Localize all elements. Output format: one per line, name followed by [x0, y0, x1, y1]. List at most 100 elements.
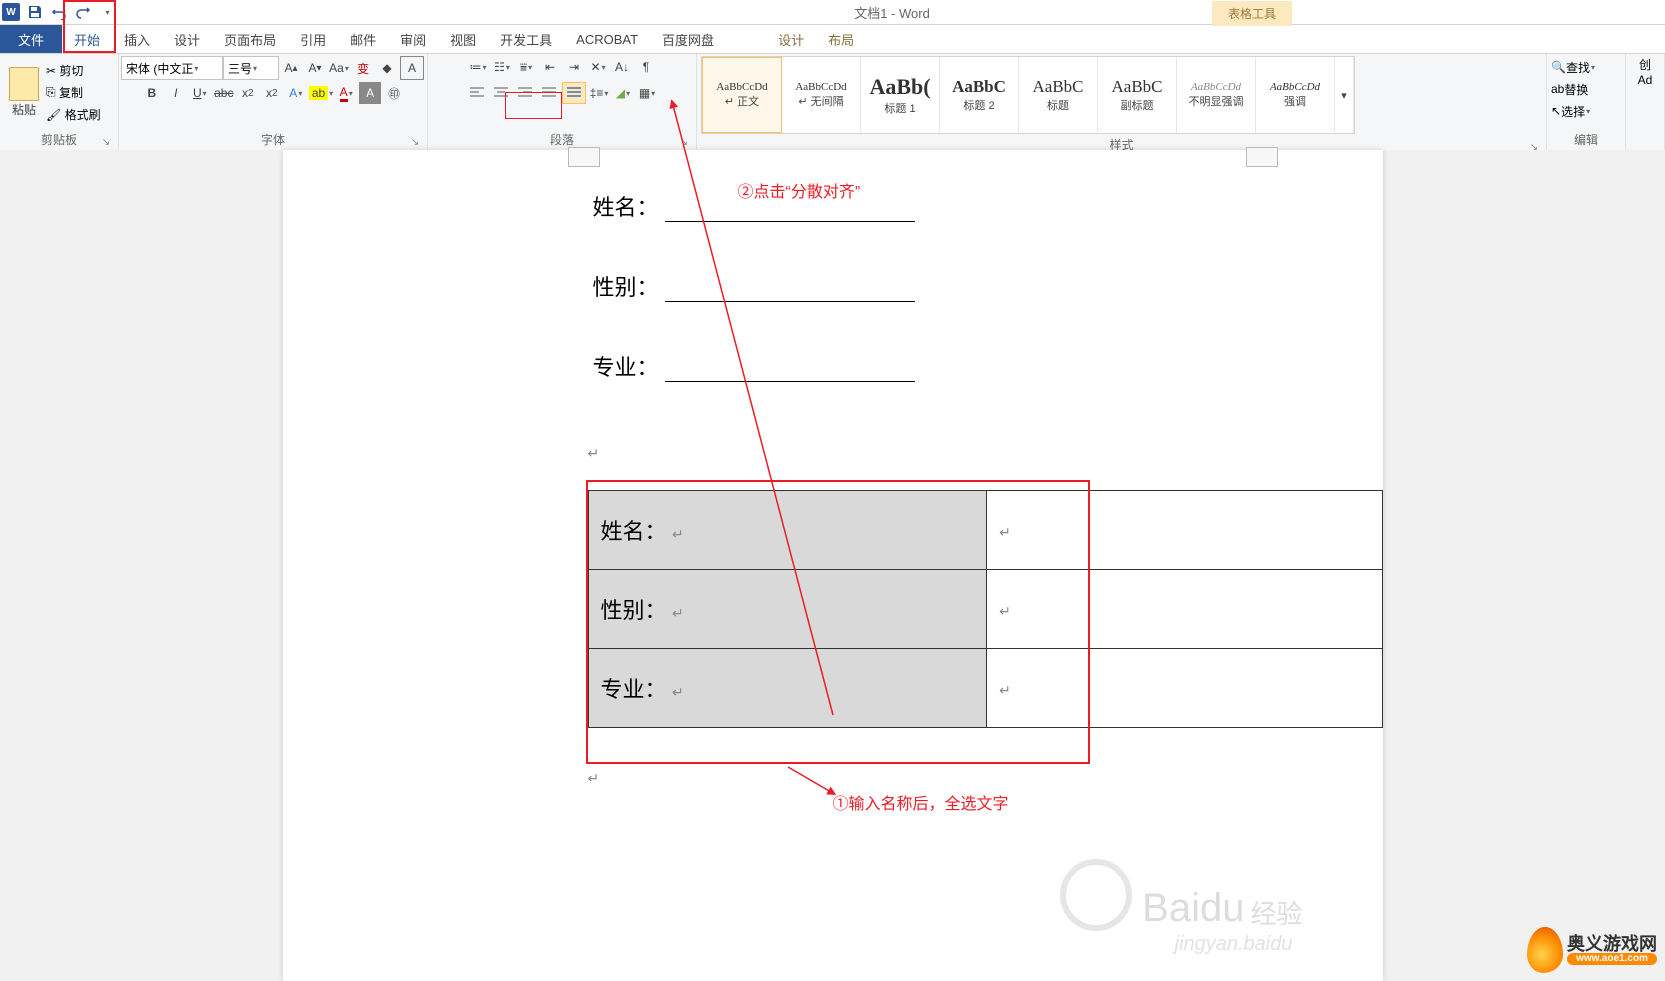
paragraph-dialog-launcher[interactable]: ↘	[678, 136, 690, 148]
paste-button[interactable]: 粘贴	[4, 67, 44, 118]
style-emphasis[interactable]: AaBbCcDd强调	[1256, 57, 1335, 133]
style-subtitle[interactable]: AaBbC副标题	[1098, 57, 1177, 133]
font-color-button[interactable]: A▾	[335, 82, 357, 104]
tab-mail[interactable]: 邮件	[338, 25, 388, 53]
font-size-combo[interactable]: 三号▾	[223, 56, 279, 80]
flame-icon	[1527, 927, 1563, 973]
copy-icon: ⎘	[46, 85, 56, 100]
ruler-edge-right	[1246, 147, 1278, 167]
cut-button[interactable]: ✂ 剪切	[46, 60, 101, 82]
styles-more-button[interactable]: ▾	[1335, 57, 1354, 133]
line-spacing-button[interactable]: ‡≡▾	[588, 82, 610, 104]
table-cell: ↵	[987, 649, 1382, 728]
tab-table-design[interactable]: 设计	[766, 25, 816, 53]
font-group-label: 字体	[261, 133, 285, 147]
tab-references[interactable]: 引用	[288, 25, 338, 53]
undo-button[interactable]	[47, 2, 71, 22]
tab-table-layout[interactable]: 布局	[816, 25, 866, 53]
underline-button[interactable]: U▾	[189, 82, 211, 104]
save-button[interactable]	[23, 2, 47, 22]
tab-review[interactable]: 审阅	[388, 25, 438, 53]
phonetic-guide-button[interactable]: 变	[352, 57, 374, 79]
title-text-container: 文档1 - Word 表格工具	[119, 3, 1665, 22]
decrease-indent-button[interactable]: ⇤	[539, 56, 561, 78]
tab-page-layout[interactable]: 页面布局	[212, 25, 288, 53]
copy-label: 复制	[59, 84, 83, 101]
table-cell: 性别： ↵	[588, 570, 987, 649]
watermark-url: jingyan.baidu	[1175, 933, 1293, 956]
align-justify-button[interactable]	[538, 83, 560, 103]
quick-access-toolbar: W ▾	[0, 2, 119, 22]
tab-view[interactable]: 视图	[438, 25, 488, 53]
doc-table[interactable]: 姓名： ↵↵ 性别： ↵↵ 专业： ↵↵	[588, 490, 1383, 728]
select-button[interactable]: ↖选择▾	[1551, 100, 1590, 122]
copy-button[interactable]: ⎘ 复制	[46, 82, 101, 104]
tab-file[interactable]: 文件	[0, 25, 62, 53]
find-button[interactable]: 🔍查找▾	[1551, 56, 1595, 78]
change-case-button[interactable]: Aa▾	[328, 57, 350, 79]
replace-button[interactable]: ab替换	[1551, 78, 1588, 100]
align-right-button[interactable]	[514, 83, 536, 103]
cursor-icon: ↖	[1551, 104, 1561, 118]
field-label-major: 专业：	[593, 350, 659, 382]
increase-indent-button[interactable]: ⇥	[563, 56, 585, 78]
document-area[interactable]: 姓名： 性别： 专业： ↵ 姓名： ↵↵ 性别： ↵↵ 专业： ↵↵ ↵ ②点击…	[0, 150, 1665, 981]
redo-button[interactable]	[71, 2, 95, 22]
style-heading2[interactable]: AaBbC标题 2	[940, 57, 1019, 133]
enclose-char-button[interactable]: ㊞	[383, 82, 405, 104]
style-subtle-em[interactable]: AaBbCcDd不明显强调	[1177, 57, 1256, 133]
tab-design[interactable]: 设计	[162, 25, 212, 53]
tab-insert[interactable]: 插入	[112, 25, 162, 53]
styles-gallery[interactable]: AaBbCcDd↵ 正文 AaBbCcDd↵ 无间隔 AaBb(标题 1 AaB…	[701, 56, 1355, 134]
char-border-button[interactable]: A	[400, 56, 424, 80]
superscript-button[interactable]: x2	[261, 82, 283, 104]
strikethrough-button[interactable]: abc	[213, 82, 235, 104]
extra-label-2: Ad	[1638, 73, 1653, 87]
style-title[interactable]: AaBbC标题	[1019, 57, 1098, 133]
group-font: 宋体 (中文正▾ 三号▾ A▴ A▾ Aa▾ 变 ◆ A B I U▾ abc …	[119, 54, 428, 150]
bold-button[interactable]: B	[141, 82, 163, 104]
save-icon	[27, 4, 43, 20]
italic-button[interactable]: I	[165, 82, 187, 104]
align-left-button[interactable]	[466, 83, 488, 103]
clipboard-dialog-launcher[interactable]: ↘	[100, 136, 112, 148]
show-marks-button[interactable]: ¶	[635, 56, 657, 78]
char-shading-button[interactable]: A	[359, 82, 381, 104]
align-distributed-button[interactable]	[562, 82, 586, 104]
paste-label: 粘贴	[12, 101, 36, 118]
align-center-button[interactable]	[490, 83, 512, 103]
tab-home[interactable]: 开始	[62, 25, 112, 53]
shading-button[interactable]: ◢▾	[612, 82, 634, 104]
cut-label: 剪切	[59, 62, 83, 79]
site-url: www.aoe1.com	[1567, 953, 1657, 965]
brush-icon: 🖌	[46, 108, 61, 122]
field-underline	[665, 359, 915, 382]
subscript-button[interactable]: x2	[237, 82, 259, 104]
bullets-button[interactable]: ≔▾	[467, 56, 489, 78]
font-dialog-launcher[interactable]: ↘	[409, 136, 421, 148]
annotation-text-2: ②点击“分散对齐”	[738, 178, 861, 202]
tab-acrobat[interactable]: ACROBAT	[564, 25, 650, 53]
site-badge: 奥义游戏网 www.aoe1.com	[1527, 927, 1657, 973]
qat-customize-button[interactable]: ▾	[95, 2, 119, 22]
style-normal[interactable]: AaBbCcDd↵ 正文	[702, 57, 782, 133]
chevron-down-icon: ▾	[105, 8, 109, 17]
highlight-color-button[interactable]: ab▾	[309, 82, 333, 104]
asian-layout-button[interactable]: ✕▾	[587, 56, 609, 78]
format-painter-button[interactable]: 🖌 格式刷	[46, 104, 101, 126]
font-name-combo[interactable]: 宋体 (中文正▾	[121, 56, 223, 80]
style-heading1[interactable]: AaBb(标题 1	[861, 57, 940, 133]
shrink-font-button[interactable]: A▾	[304, 57, 326, 79]
clear-formatting-button[interactable]: ◆	[376, 57, 398, 79]
group-clipboard: 粘贴 ✂ 剪切 ⎘ 复制 🖌 格式刷 剪贴板↘	[0, 54, 119, 150]
text-effects-button[interactable]: A▾	[285, 82, 307, 104]
sort-button[interactable]: A↓	[611, 56, 633, 78]
multilevel-list-button[interactable]: ⩸▾	[515, 56, 537, 78]
tab-baidu[interactable]: 百度网盘	[650, 25, 726, 53]
grow-font-button[interactable]: A▴	[280, 57, 302, 79]
style-no-spacing[interactable]: AaBbCcDd↵ 无间隔	[782, 57, 861, 133]
borders-button[interactable]: ▦▾	[636, 82, 658, 104]
numbering-button[interactable]: ☷▾	[491, 56, 513, 78]
editing-group-label: 编辑	[1551, 129, 1621, 150]
tab-dev[interactable]: 开发工具	[488, 25, 564, 53]
